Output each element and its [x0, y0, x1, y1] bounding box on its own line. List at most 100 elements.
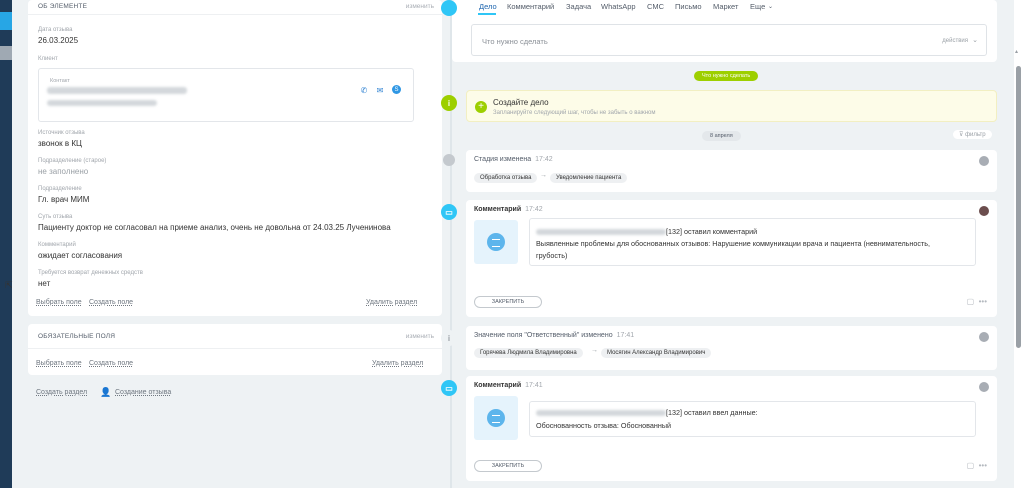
comment-event-1: Комментарий 17:42 [132] оставил комментар…	[466, 200, 997, 317]
tab-comment[interactable]: Комментарий	[507, 2, 554, 11]
source-field[interactable]: Источник отзыва звонок в КЦ	[38, 130, 85, 148]
arrow-right-icon: →	[540, 172, 547, 179]
comment-line-2: Обоснованность отзыва: Обоснованный	[536, 421, 672, 430]
activity-editor: Дело Комментарий Задача WhatsApp СМС Пис…	[452, 0, 997, 62]
chevron-down-icon[interactable]: ⌄	[972, 36, 978, 44]
create-task-box[interactable]: + Создайте дело Запланируйте следующий ш…	[466, 90, 997, 122]
scrollbar[interactable]: ▴	[1014, 0, 1024, 488]
stage-icon	[443, 154, 455, 166]
note-icon[interactable]: ▢	[967, 297, 975, 306]
comment-field[interactable]: Комментарий ожидает согласования	[38, 242, 122, 260]
comment-line-3: грубость)	[536, 251, 568, 260]
about-change-link[interactable]: изменить	[406, 3, 434, 10]
dept-old-value: не заполнено	[38, 167, 89, 176]
client-contact-box[interactable]: Контакт ✆ ✉ S	[38, 68, 414, 122]
essence-field[interactable]: Суть отзыва Пациенту доктор не согласова…	[38, 214, 391, 232]
refund-field[interactable]: Требуется возврат денежных средств нет	[38, 270, 143, 288]
mail-icon[interactable]: ✉	[375, 85, 385, 95]
tab-market[interactable]: Маркет	[713, 2, 738, 11]
avatar[interactable]	[979, 382, 989, 392]
chevron-down-icon[interactable]: ⌄	[768, 3, 773, 10]
tab-task[interactable]: Дело	[479, 2, 497, 11]
tab-whatsapp[interactable]: WhatsApp	[601, 2, 636, 11]
more-icon[interactable]: •••	[979, 461, 987, 470]
tab-email[interactable]: Письмо	[675, 2, 702, 11]
sidebar-active-marker[interactable]	[0, 12, 12, 30]
avatar[interactable]	[979, 206, 989, 216]
chat-bubble-icon	[487, 233, 505, 251]
required-fields-card: ОБЯЗАТЕЛЬНЫЕ ПОЛЯ изменить Выбрать поле …	[28, 324, 442, 375]
author-redacted	[536, 229, 666, 235]
delete-section-link[interactable]: Удалить раздел	[366, 299, 417, 306]
comment-line-1: [132] оставил комментарий	[666, 227, 758, 236]
timeline-line	[450, 0, 452, 488]
required-header: ОБЯЗАТЕЛЬНЫЕ ПОЛЯ	[38, 333, 116, 340]
sidebar-marker[interactable]	[0, 46, 12, 60]
field-to-tag: Мосягин Александр Владимирович	[601, 348, 712, 358]
avatar[interactable]	[979, 156, 989, 166]
create-section-link[interactable]: Создать раздел	[36, 389, 87, 396]
more-icon[interactable]: •••	[979, 297, 987, 306]
info-icon: i	[441, 330, 457, 346]
comment-line-1: [132] оставил ввел данные:	[666, 408, 758, 417]
pin-button[interactable]: ЗАКРЕПИТЬ	[474, 296, 542, 308]
create-field-link[interactable]: Создать поле	[89, 360, 133, 367]
comment-icon: ▭	[441, 204, 457, 220]
date-label: Дата отзыва	[38, 27, 73, 33]
comment-body[interactable]: [132] оставил комментарий Выявленные про…	[529, 218, 976, 266]
event-time: 17:41	[525, 382, 543, 389]
stage-from-tag: Обработка отзыва	[474, 173, 538, 183]
event-title-text: Значение поля "Ответственный" изменено	[474, 332, 613, 339]
scroll-up-icon[interactable]: ▴	[1015, 48, 1022, 55]
filter-button[interactable]: ⊽ фильтр	[953, 130, 992, 139]
plus-icon[interactable]: +	[475, 101, 487, 113]
event-title: Стадия изменена 17:42	[474, 156, 553, 163]
tab-more[interactable]: Еще	[750, 2, 765, 11]
comment-label: Комментарий	[38, 242, 76, 248]
phone-icon[interactable]: ✆	[359, 85, 369, 95]
author-redacted	[536, 410, 666, 416]
avatar[interactable]	[979, 332, 989, 342]
refund-value: нет	[38, 279, 51, 288]
delete-section-link[interactable]: Удалить раздел	[372, 360, 423, 367]
cursor-icon: ⇱	[5, 280, 13, 290]
event-time: 17:41	[616, 332, 635, 339]
contact-label: Контакт	[50, 78, 70, 84]
dept-field[interactable]: Подразделение Гл. врач МИМ	[38, 186, 89, 204]
tab-sms[interactable]: СМС	[647, 2, 664, 11]
app-sidebar-strip	[0, 0, 12, 488]
required-change-link[interactable]: изменить	[406, 333, 434, 340]
create-task-title: Создайте дело	[493, 98, 549, 107]
skype-icon[interactable]: S	[392, 85, 401, 94]
source-label: Источник отзыва	[38, 130, 85, 136]
field-from-tag: Горячева Людмила Владимировна	[474, 348, 583, 358]
event-title: Комментарий 17:41	[474, 382, 543, 389]
dept-value: Гл. врач МИМ	[38, 195, 90, 204]
select-field-link[interactable]: Выбрать поле	[36, 360, 82, 367]
create-review-link[interactable]: Создание отзыва	[115, 389, 171, 396]
comment-body[interactable]: [132] оставил ввел данные: Обоснованност…	[529, 401, 976, 437]
contact-name-redacted	[47, 87, 187, 94]
stage-to-tag: Уведомление пациента	[550, 173, 628, 183]
pin-button[interactable]: ЗАКРЕПИТЬ	[474, 460, 542, 472]
chat-bubble-icon	[487, 409, 505, 427]
select-field-link[interactable]: Выбрать поле	[36, 299, 82, 306]
comment-icon: ▭	[441, 380, 457, 396]
dept-old-field[interactable]: Подразделение (старое) не заполнено	[38, 158, 106, 176]
actions-dropdown[interactable]: действия	[942, 38, 968, 44]
stage-change-event: Стадия изменена 17:42 Обработка отзыва → …	[466, 150, 997, 192]
editor-timeline-icon	[441, 0, 457, 16]
tab-todo[interactable]: Задача	[566, 2, 591, 11]
todo-pill: Что нужно сделать	[694, 71, 759, 81]
date-value: 26.03.2025	[38, 36, 79, 45]
note-icon[interactable]: ▢	[967, 461, 975, 470]
scrollbar-thumb[interactable]	[1016, 66, 1021, 348]
create-field-link[interactable]: Создать поле	[89, 299, 133, 306]
dept-old-label: Подразделение (старое)	[38, 158, 107, 164]
todo-input[interactable]: Что нужно сделать действия ⌄	[471, 24, 987, 56]
event-title-text: Комментарий	[474, 206, 522, 213]
event-title-text: Стадия изменена	[474, 156, 532, 163]
date-field[interactable]: Дата отзыва 26.03.2025	[38, 27, 78, 45]
contact-phone-redacted	[47, 100, 157, 106]
client-label-wrap: Клиент	[38, 56, 58, 62]
